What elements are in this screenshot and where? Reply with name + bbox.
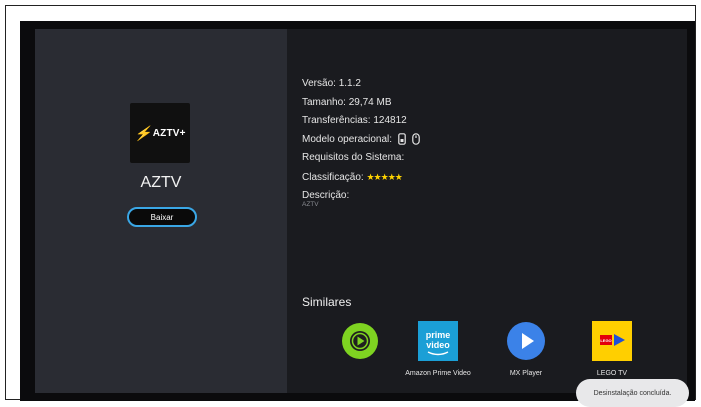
size-value: 29,74 MB xyxy=(348,96,392,108)
downloads-row: Transferências: 124812 xyxy=(302,112,420,131)
similares-title: Similares xyxy=(302,295,352,309)
version-row: Versão: 1.1.2 xyxy=(302,75,420,94)
mx-player-icon xyxy=(506,321,546,361)
description-label: Descrição: xyxy=(302,189,350,201)
screen-frame: ⚡ AZTV+ AZTV Baixar Versão: 1.1.2 Tamanh… xyxy=(5,5,696,407)
downloads-value: 124812 xyxy=(373,115,407,127)
rating-row: Classificação: ★★★★★ xyxy=(302,168,420,187)
tv-remote-icon xyxy=(398,133,406,145)
similar-app-item[interactable] xyxy=(320,321,400,369)
similar-app-item[interactable]: prime video Amazon Prime Video xyxy=(398,321,478,378)
tv-display: ⚡ AZTV+ AZTV Baixar Versão: 1.1.2 Tamanh… xyxy=(20,21,695,407)
prime-video-icon: prime video xyxy=(418,321,458,361)
os-row: Modelo operacional: xyxy=(302,131,420,150)
version-value: 1.1.2 xyxy=(338,78,361,89)
app-name: AZTV xyxy=(140,174,182,191)
app-header-panel: ⚡ AZTV+ AZTV Baixar xyxy=(35,29,287,393)
size-label: Tamanho: xyxy=(302,96,346,108)
similar-app-label: MX Player xyxy=(509,370,543,377)
green-play-icon xyxy=(340,321,380,361)
requirements-row: Requisitos do Sistema: xyxy=(302,149,420,168)
lego-tv-icon: LEGO xyxy=(592,321,632,361)
app-logo: ⚡ AZTV+ xyxy=(130,103,190,163)
downloads-label: Transferências: xyxy=(302,115,371,127)
similar-app-label: LEGO TV xyxy=(596,370,628,377)
info-list: Versão: 1.1.2 Tamanho: 29,74 MB Transfer… xyxy=(302,75,420,208)
rating-stars: ★★★★★ xyxy=(366,171,402,182)
size-row: Tamanho: 29,74 MB xyxy=(302,94,420,113)
bolt-icon: ⚡ xyxy=(134,124,152,141)
requirements-label: Requisitos do Sistema: xyxy=(302,152,405,164)
lego-icon-text: LEGO xyxy=(600,338,611,343)
app-details-panel: Versão: 1.1.2 Tamanho: 29,74 MB Transfer… xyxy=(287,29,689,407)
version-label: Versão: xyxy=(302,78,336,89)
download-button[interactable]: Baixar xyxy=(127,207,197,227)
similar-app-item[interactable]: LEGO LEGO TV xyxy=(572,321,652,378)
toast-notification: Desinstalação concluída. xyxy=(576,379,689,407)
rating-label: Classificação: xyxy=(302,171,364,183)
os-label: Modelo operacional: xyxy=(302,133,393,145)
prime-icon-text-top: prime xyxy=(426,330,451,340)
mouse-icon xyxy=(411,133,420,145)
prime-icon-text-bottom: video xyxy=(426,340,450,350)
app-logo-text: AZTV+ xyxy=(152,127,186,139)
similar-app-item[interactable]: MX Player xyxy=(486,321,566,378)
similar-app-label: Amazon Prime Video xyxy=(405,370,471,377)
